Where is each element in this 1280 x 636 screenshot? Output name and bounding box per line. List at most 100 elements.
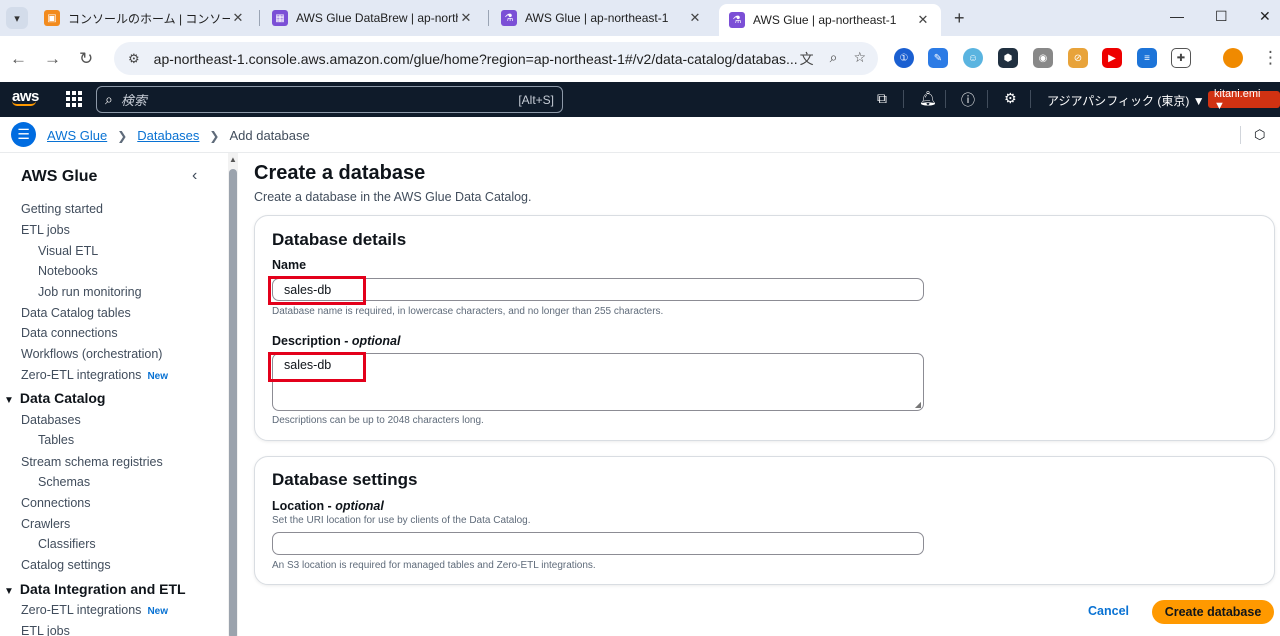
settings-gear-icon[interactable]: ⚙ [1004, 90, 1017, 107]
sidebar-section-data-integration[interactable]: ▼ Data Integration and ETL [4, 581, 186, 597]
sidebar-item-connections[interactable]: Connections [21, 496, 91, 510]
browser-menu-icon[interactable]: ⋮ [1262, 48, 1279, 68]
sidebar-item-crawlers[interactable]: Crawlers [21, 517, 70, 531]
scrollbar-thumb[interactable] [229, 169, 237, 636]
tab-close-icon[interactable]: ✕ [687, 10, 703, 26]
sidebar-item-data-catalog-tables[interactable]: Data Catalog tables [21, 306, 131, 320]
browser-tab-glue[interactable]: ⚗ AWS Glue | ap-northeast-1 ✕ [491, 4, 713, 32]
cancel-button[interactable]: Cancel [1088, 604, 1129, 618]
list-extension-icon[interactable]: ≡ [1137, 48, 1157, 68]
aws-search-input[interactable]: ⌕ 検索 [Alt+S] [96, 86, 563, 113]
reload-icon[interactable]: ↻ [79, 49, 93, 69]
database-settings-panel: Database settings Location - optional Se… [254, 456, 1275, 585]
sidebar-item-zero-etl[interactable]: Zero-ETL integrations New [21, 368, 168, 382]
section-label: Data Catalog [19, 390, 106, 406]
resize-handle-icon[interactable]: ◢ [915, 400, 921, 409]
browser-tab-console-home[interactable]: ▣ コンソールのホーム | コンソールのホーム ✕ [34, 4, 256, 32]
sidebar-item-etl-jobs[interactable]: ETL jobs [21, 223, 70, 237]
aws-logo[interactable]: aws [12, 88, 39, 106]
sidebar-item-etl-jobs-2[interactable]: ETL jobs [21, 624, 70, 636]
sidebar-item-getting-started[interactable]: Getting started [21, 202, 103, 216]
breadcrumb: AWS Glue ❯ Databases ❯ Add database [47, 128, 310, 143]
highlight-box-description [268, 352, 366, 382]
browser-tab-glue-active[interactable]: ⚗ AWS Glue | ap-northeast-1 ✕ [719, 4, 941, 36]
info-panel-icon[interactable]: ⬡ [1254, 127, 1265, 143]
sidebar-item-data-connections[interactable]: Data connections [21, 326, 118, 340]
breadcrumb-databases[interactable]: Databases [137, 128, 199, 143]
sidebar-item-databases[interactable]: Databases [21, 413, 81, 427]
account-menu[interactable]: kitani.emi ▼ [1208, 88, 1280, 112]
cloudshell-icon[interactable]: ⧉ [877, 90, 887, 107]
sidebar-item-schemas[interactable]: Schemas [38, 475, 90, 489]
hexagon-extension-icon[interactable]: ⬢ [998, 48, 1018, 68]
help-icon[interactable]: ⓘ [961, 90, 975, 110]
location-label-text: Location - [272, 499, 336, 513]
zoom-icon[interactable]: ⌕ [830, 49, 838, 69]
region-selector[interactable]: アジアパシフィック (東京) ▼ [1047, 92, 1205, 109]
url-omnibox[interactable]: ⚙ ap-northeast-1.console.aws.amazon.com/… [114, 42, 878, 75]
bookmark-star-icon[interactable]: ☆ [853, 49, 866, 69]
location-description: Set the URI location for use by clients … [272, 515, 531, 526]
glue-favicon-icon: ⚗ [501, 10, 517, 26]
sidebar-item-job-run-monitoring[interactable]: Job run monitoring [38, 285, 142, 299]
blocked-extension-icon[interactable]: ⊘ [1068, 48, 1088, 68]
site-settings-icon[interactable]: ⚙ [128, 51, 140, 67]
tab-search-chevron-icon[interactable]: ▾ [6, 7, 28, 29]
aws-top-nav: aws ⌕ 検索 [Alt+S] ⧉ 🔔︎ ⓘ ⚙ アジアパシフィック (東京)… [0, 82, 1280, 117]
sidebar-item-visual-etl[interactable]: Visual ETL [38, 244, 98, 258]
maximize-icon[interactable]: ☐ [1215, 8, 1228, 25]
services-grid-icon[interactable] [66, 91, 82, 107]
tab-close-icon[interactable]: ✕ [915, 12, 931, 28]
section-label: Data Integration and ETL [19, 581, 186, 597]
profile-avatar-icon[interactable] [1223, 48, 1243, 68]
scroll-up-icon[interactable]: ▲ [229, 155, 237, 164]
tab-close-icon[interactable]: ✕ [458, 10, 474, 26]
database-name-input[interactable]: sales-db [272, 278, 924, 301]
caret-down-icon: ▼ [4, 395, 14, 406]
glue-favicon-icon: ⚗ [729, 12, 745, 28]
optional-tag: optional [351, 334, 401, 348]
wrench-extension-icon[interactable]: ✎ [928, 48, 948, 68]
side-navigation: AWS Glue ‹ Getting started ETL jobs Visu… [0, 153, 228, 636]
sidebar-item-catalog-settings[interactable]: Catalog settings [21, 558, 111, 572]
camera-extension-icon[interactable]: ◉ [1033, 48, 1053, 68]
header-divider [1030, 90, 1031, 108]
tab-close-icon[interactable]: ✕ [230, 10, 246, 26]
search-icon: ⌕ [105, 91, 113, 107]
extensions-puzzle-icon[interactable]: ✚ [1171, 48, 1191, 68]
sidebar-item-tables[interactable]: Tables [38, 433, 74, 447]
sidebar-item-notebooks[interactable]: Notebooks [38, 264, 98, 278]
database-details-heading: Database details [272, 230, 407, 249]
translate-icon[interactable]: 文 [800, 49, 814, 69]
location-input[interactable] [272, 532, 924, 555]
menu-hamburger-icon[interactable]: ☰ [11, 122, 36, 147]
window-close-icon[interactable]: ✕ [1259, 8, 1271, 25]
browser-tab-bar: ▾ ▣ コンソールのホーム | コンソールのホーム ✕ ▦ AWS Glue D… [0, 0, 1280, 36]
notifications-bell-icon[interactable]: 🔔︎ [919, 90, 937, 107]
sidebar-item-workflows[interactable]: Workflows (orchestration) [21, 347, 162, 361]
youtube-extension-icon[interactable]: ▶ [1102, 48, 1122, 68]
forward-arrow-icon[interactable]: → [44, 49, 61, 69]
browser-address-bar: ← → ↻ ⚙ ap-northeast-1.console.aws.amazo… [0, 36, 1280, 82]
breadcrumb-current: Add database [229, 128, 310, 143]
sidebar-item-classifiers[interactable]: Classifiers [38, 537, 96, 551]
description-textarea[interactable]: sales-db ◢ [272, 353, 924, 411]
chevron-left-icon[interactable]: ‹ [192, 167, 197, 185]
new-tab-icon[interactable]: + [954, 8, 965, 29]
database-details-panel: Database details Name sales-db Database … [254, 215, 1275, 441]
create-database-button[interactable]: Create database [1152, 600, 1274, 624]
back-arrow-icon[interactable]: ← [10, 49, 27, 69]
search-shortcut: [Alt+S] [518, 92, 554, 107]
highlight-box-name [268, 276, 366, 305]
sidebar-scrollbar[interactable]: ▲ [228, 153, 238, 636]
minimize-icon[interactable]: — [1170, 8, 1184, 24]
tab-title: コンソールのホーム | コンソールのホーム [68, 11, 230, 26]
sidebar-section-data-catalog[interactable]: ▼ Data Catalog [4, 390, 105, 406]
breadcrumb-aws-glue[interactable]: AWS Glue [47, 128, 107, 143]
sidebar-item-zero-etl-2[interactable]: Zero-ETL integrations New [21, 603, 168, 617]
password-manager-extension-icon[interactable]: ① [894, 48, 914, 68]
chevron-right-icon: ❯ [209, 128, 220, 143]
sidebar-item-stream-schema[interactable]: Stream schema registries [21, 455, 163, 469]
face-extension-icon[interactable]: ☺ [963, 48, 983, 68]
browser-tab-databrew[interactable]: ▦ AWS Glue DataBrew | ap-northeast-1 ✕ [262, 4, 484, 32]
